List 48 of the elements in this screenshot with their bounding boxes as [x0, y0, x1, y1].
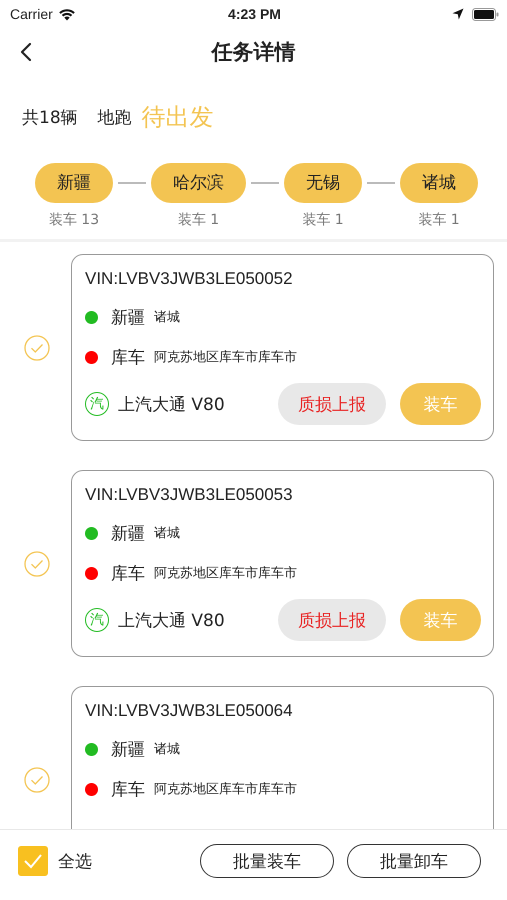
location-detail: 诸城: [154, 309, 180, 326]
vehicle-card[interactable]: VIN:LVBV3JWB3LE050052 新疆 诸城 库车 阿克苏地区库车市库车市 汽 上汽大通 V80 质损上报 装车: [71, 254, 494, 441]
stop-load-count: 装车 13: [48, 211, 100, 229]
vin-number: VIN:LVBV3JWB3LE050053: [85, 485, 294, 506]
task-status: 待出发: [142, 102, 214, 133]
brand-mark-icon: 汽: [85, 392, 109, 416]
batch-action-button[interactable]: 批量卸车: [347, 844, 481, 878]
vehicle-count: 共18辆: [22, 106, 78, 128]
row-checkbox[interactable]: [24, 550, 50, 576]
location-detail: 阿克苏地区库车市库车市: [154, 349, 297, 366]
page-title: 任务详情: [212, 39, 296, 66]
stop-load-count: 装车 1: [302, 211, 344, 229]
battery-icon: [472, 8, 499, 20]
batch-action-button[interactable]: 批量装车: [200, 844, 334, 878]
damage-report-button[interactable]: 质损上报: [278, 599, 386, 641]
vehicle-model: 上汽大通 V80: [118, 610, 225, 632]
location-arrow-icon: [452, 8, 464, 20]
select-all-label: 全选: [58, 850, 92, 872]
city-name: 库车: [111, 778, 145, 800]
location-detail: 诸城: [154, 525, 180, 542]
stop-pill[interactable]: 哈尔滨: [151, 163, 246, 203]
vin-number: VIN:LVBV3JWB3LE050064: [85, 701, 294, 722]
location-detail: 阿克苏地区库车市库车市: [154, 781, 297, 798]
clock-time: 4:23 PM: [228, 6, 281, 22]
select-all-checkbox[interactable]: [18, 846, 48, 876]
vehicle-card[interactable]: VIN:LVBV3JWB3LE050053 新疆 诸城 库车 阿克苏地区库车市库车市 汽 上汽大通 V80 质损上报 装车: [71, 470, 494, 657]
location-detail: 诸城: [154, 741, 180, 758]
transport-mode: 地跑: [98, 106, 132, 128]
city-name: 库车: [111, 562, 145, 584]
row-checkbox[interactable]: [24, 766, 50, 792]
city-name: 新疆: [111, 306, 145, 328]
damage-report-button[interactable]: 质损上报: [278, 383, 386, 425]
city-name: 库车: [111, 346, 145, 368]
stop-pill[interactable]: 无锡: [284, 163, 362, 203]
stop-pill[interactable]: 诸城: [400, 163, 478, 203]
city-name: 新疆: [111, 738, 145, 760]
stop-load-count: 装车 1: [418, 211, 460, 229]
wifi-icon: [58, 8, 76, 20]
stop-pill[interactable]: 新疆: [35, 163, 113, 203]
city-name: 新疆: [111, 522, 145, 544]
location-detail: 阿克苏地区库车市库车市: [154, 565, 297, 582]
brand-mark-icon: 汽: [85, 608, 109, 632]
vehicle-model: 上汽大通 V80: [118, 394, 225, 416]
row-checkbox[interactable]: [24, 334, 50, 360]
back-button[interactable]: [18, 40, 34, 64]
vin-number: VIN:LVBV3JWB3LE050052: [85, 269, 294, 290]
stop-load-count: 装车 1: [178, 211, 220, 229]
carrier-name: Carrier: [10, 6, 53, 22]
